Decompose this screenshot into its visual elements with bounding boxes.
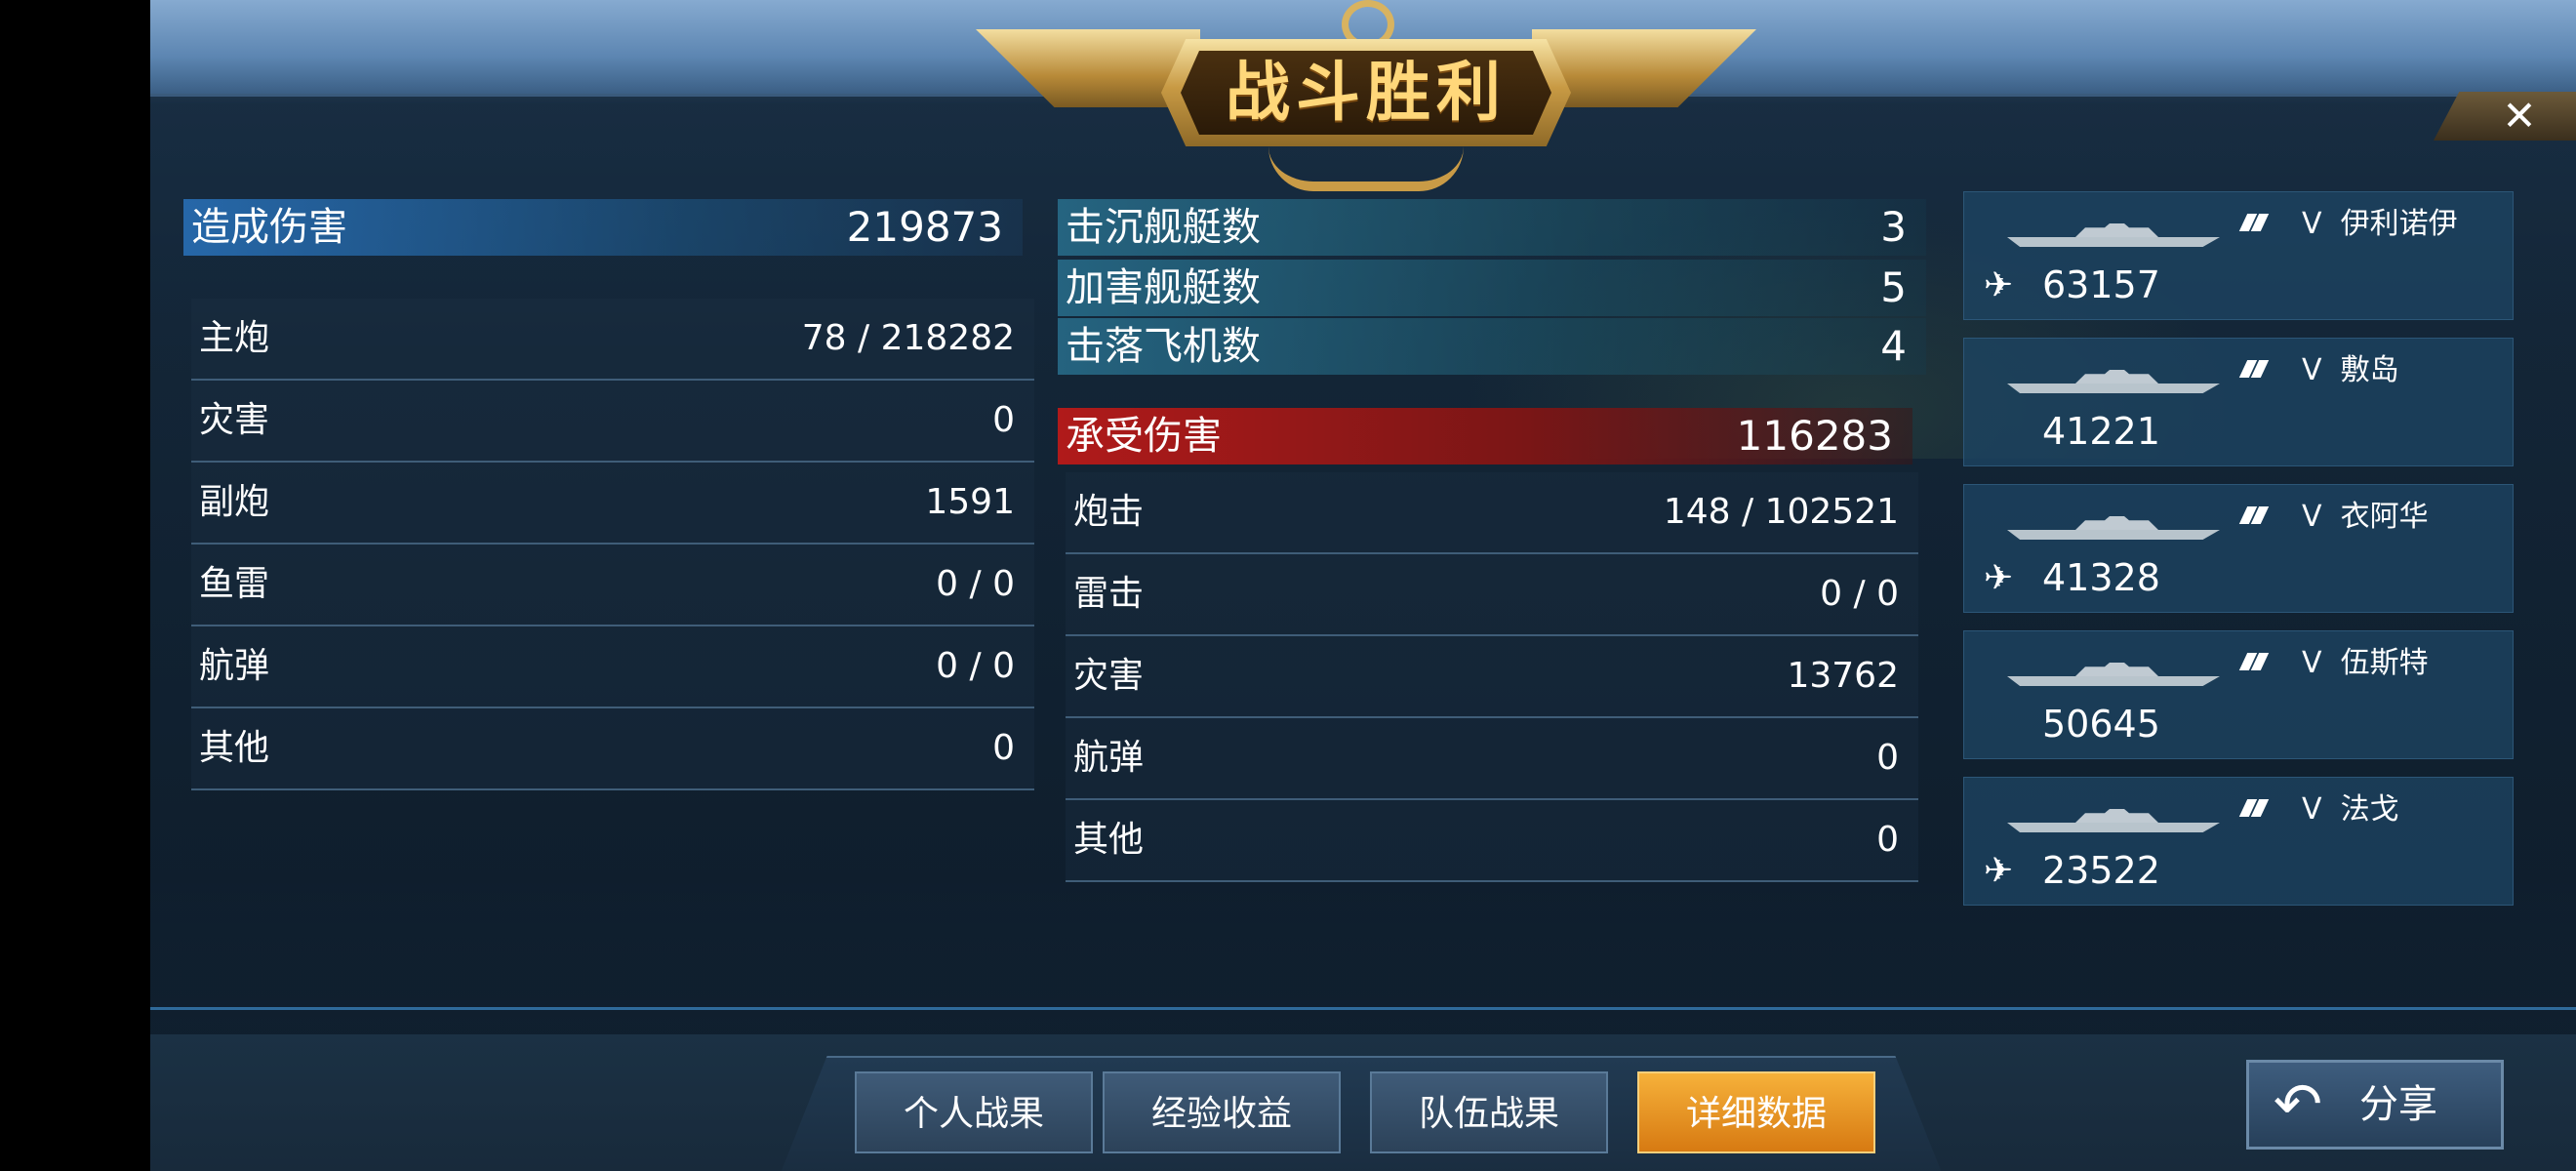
ship-name: V 伊利诺伊	[2302, 207, 2458, 241]
row-label: 其他	[199, 728, 270, 768]
rank-chevron-icon	[2238, 358, 2273, 380]
kill-stat-value: 4	[1880, 322, 1907, 370]
close-icon[interactable]: ✕	[2500, 94, 2539, 139]
row-value: 0	[992, 400, 1015, 440]
row-label: 灾害	[199, 400, 270, 440]
kill-stat-value: 5	[1880, 263, 1907, 311]
row-label: 主炮	[199, 318, 270, 358]
ship-score: 41328	[2042, 556, 2160, 599]
rank-chevron-icon	[2238, 505, 2273, 526]
damage-taken-row: 雷击 0 / 0	[1066, 554, 1918, 636]
victory-title: 战斗胜利	[1226, 55, 1507, 130]
kill-stat-label: 击沉舰艇数	[1066, 205, 1261, 250]
tab-team-results[interactable]: 队伍战果	[1370, 1071, 1608, 1153]
battleship-icon	[2007, 222, 2220, 247]
ship-name: V 敷岛	[2302, 353, 2399, 387]
row-label: 鱼雷	[199, 564, 270, 604]
ship-name: V 法戈	[2302, 792, 2399, 827]
kill-stat-planes: 击落飞机数 4	[1058, 318, 1926, 375]
damage-taken-row: 灾害 13762	[1066, 636, 1918, 718]
ship-card[interactable]: V 敷岛 41221	[1963, 338, 2514, 466]
damage-dealt-header: 造成伤害 219873	[183, 199, 1023, 256]
damage-dealt-row: 其他 0	[191, 708, 1034, 790]
panel-bottom-border	[150, 1007, 2576, 1010]
row-value: 0 / 0	[936, 564, 1015, 604]
row-value: 1591	[925, 482, 1015, 522]
row-value: 13762	[1787, 656, 1899, 696]
damage-taken-row: 航弹 0	[1066, 718, 1918, 800]
airplane-icon: ✈	[1984, 851, 2014, 891]
rank-chevron-icon	[2238, 651, 2273, 672]
rank-chevron-icon	[2238, 797, 2273, 819]
ship-card[interactable]: V 法戈 ✈ 23522	[1963, 777, 2514, 906]
damage-taken-label: 承受伤害	[1066, 414, 1222, 459]
row-label: 航弹	[1073, 738, 1145, 778]
tab-personal-results[interactable]: 个人战果	[855, 1071, 1093, 1153]
row-value: 0	[1876, 738, 1899, 778]
airplane-icon: ✈	[1984, 265, 2014, 305]
share-arrow-icon[interactable]: ↶	[2264, 1068, 2332, 1142]
damage-dealt-row: 航弹 0 / 0	[191, 626, 1034, 708]
damage-taken-row: 其他 0	[1066, 800, 1918, 882]
row-label: 雷击	[1073, 574, 1145, 614]
victory-banner: 战斗胜利	[976, 0, 1756, 195]
kill-stat-damaged: 加害舰艇数 5	[1058, 260, 1926, 316]
tab-detailed-data[interactable]: 详细数据	[1637, 1071, 1875, 1153]
battleship-icon	[2007, 368, 2220, 393]
tab-experience[interactable]: 经验收益	[1103, 1071, 1341, 1153]
damage-taken-value: 116283	[1736, 412, 1893, 460]
ship-card[interactable]: V 衣阿华 ✈ 41328	[1963, 484, 2514, 613]
battleship-icon	[2007, 514, 2220, 540]
damage-dealt-row: 副炮 1591	[191, 463, 1034, 545]
row-label: 航弹	[199, 646, 270, 686]
damage-dealt-label: 造成伤害	[191, 205, 347, 250]
ship-score: 50645	[2042, 703, 2160, 746]
damage-taken-row: 炮击 148 / 102521	[1066, 472, 1918, 554]
share-label[interactable]: 分享	[2359, 1068, 2437, 1142]
row-value: 0	[992, 728, 1015, 768]
kill-stat-label: 击落飞机数	[1066, 324, 1261, 369]
damage-dealt-row: 鱼雷 0 / 0	[191, 545, 1034, 626]
battle-result-screen: 战斗胜利 ✕ 造成伤害 219873 主炮 78 / 218282 灾害 0 副…	[0, 0, 2576, 1171]
kill-stat-label: 加害舰艇数	[1066, 265, 1261, 310]
row-label: 其他	[1073, 820, 1145, 860]
kill-stat-sunk: 击沉舰艇数 3	[1058, 199, 1926, 256]
anchor-icon	[1268, 146, 1464, 191]
row-value: 0 / 0	[1820, 574, 1899, 614]
row-label: 副炮	[199, 482, 270, 522]
cruiser-icon	[2007, 807, 2220, 832]
row-value: 148 / 102521	[1663, 492, 1899, 532]
ship-score: 63157	[2042, 263, 2160, 306]
left-black-bar	[0, 0, 150, 1171]
airplane-icon: ✈	[1984, 558, 2014, 598]
ship-score: 41221	[2042, 410, 2160, 453]
row-value: 78 / 218282	[801, 318, 1015, 358]
ship-card[interactable]: V 伍斯特 50645	[1963, 630, 2514, 759]
row-label: 灾害	[1073, 656, 1145, 696]
ship-name: V 衣阿华	[2302, 500, 2429, 534]
ship-card[interactable]: V 伊利诺伊 ✈ 63157	[1963, 191, 2514, 320]
damage-dealt-row: 主炮 78 / 218282	[191, 299, 1034, 381]
ship-score: 23522	[2042, 849, 2160, 892]
cruiser-icon	[2007, 661, 2220, 686]
row-value: 0 / 0	[936, 646, 1015, 686]
kill-stat-value: 3	[1880, 203, 1907, 251]
damage-dealt-value: 219873	[846, 203, 1003, 251]
row-value: 0	[1876, 820, 1899, 860]
damage-dealt-row: 灾害 0	[191, 381, 1034, 463]
damage-taken-header: 承受伤害 116283	[1058, 408, 1912, 464]
ship-name: V 伍斯特	[2302, 646, 2429, 680]
row-label: 炮击	[1073, 492, 1145, 532]
rank-chevron-icon	[2238, 212, 2273, 233]
